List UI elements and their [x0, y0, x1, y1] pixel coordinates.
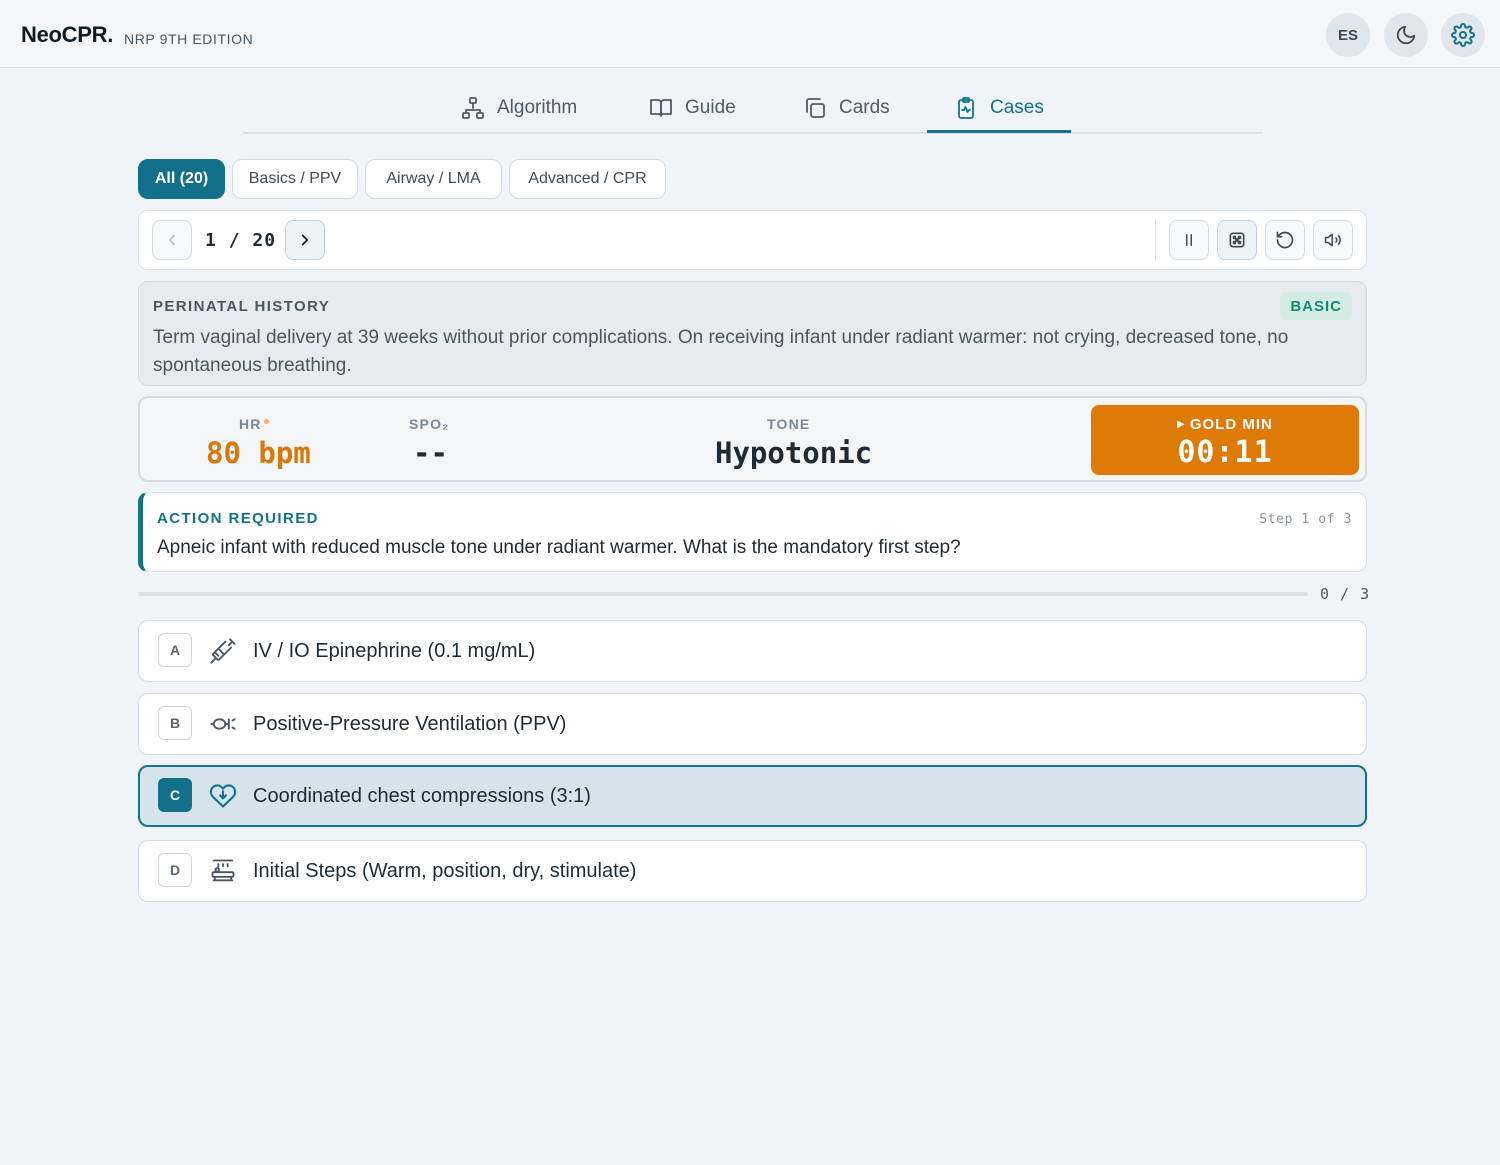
- dark-mode-button[interactable]: [1384, 13, 1428, 57]
- pager-divider: [1155, 220, 1156, 260]
- previous-case-button[interactable]: [152, 220, 192, 260]
- dice-icon: [1229, 232, 1245, 248]
- current-case-number: 1: [205, 230, 217, 251]
- language-toggle-button[interactable]: ES: [1326, 13, 1370, 57]
- option-label: IV / IO Epinephrine (0.1 mg/mL): [253, 640, 536, 662]
- hr-label: HR: [239, 416, 269, 432]
- sitemap-icon: [462, 97, 484, 119]
- golden-minute-time: 00:11: [1177, 435, 1273, 470]
- total-cases: 20: [252, 230, 277, 251]
- gear-icon: [1451, 23, 1475, 47]
- answer-option-a[interactable]: A IV / IO Epinephrine (0.1 mg/mL): [138, 620, 1367, 682]
- filter-advanced-cpr[interactable]: Advanced / CPR: [509, 159, 666, 199]
- tone-label: TONE: [767, 416, 811, 432]
- pause-button[interactable]: [1169, 220, 1209, 260]
- random-case-button[interactable]: [1217, 220, 1257, 260]
- book-icon: [650, 99, 672, 117]
- pause-icon: [1186, 234, 1192, 246]
- vitals-panel: HR 80 bpm SPO₂ -- TONE Hypotonic ▶ GOLD M…: [138, 396, 1367, 482]
- edition-label: NRP 9TH EDITION: [124, 31, 254, 47]
- tab-cases[interactable]: Cases: [954, 84, 1044, 132]
- option-letter: D: [158, 853, 192, 887]
- hr-value: 80 bpm: [206, 436, 311, 470]
- answer-option-b[interactable]: B Positive-Pressure Ventilation (PPV): [138, 693, 1367, 755]
- golden-minute-timer: ▶ GOLD MIN 00:11: [1091, 405, 1359, 475]
- ventilation-mask-icon: [210, 718, 236, 730]
- sound-button[interactable]: [1313, 220, 1353, 260]
- filter-all[interactable]: All (20): [138, 159, 225, 199]
- action-title: ACTION REQUIRED: [157, 510, 319, 527]
- step-indicator: Step 1 of 3: [1259, 512, 1352, 527]
- active-tab-indicator: [927, 130, 1071, 133]
- speaker-icon: [1324, 233, 1341, 247]
- case-pager: 1 / 20: [138, 210, 1367, 270]
- next-case-button[interactable]: [285, 220, 325, 260]
- spo2-value: --: [413, 436, 448, 470]
- answer-option-d[interactable]: D Initial Steps (Warm, position, dry, st…: [138, 840, 1367, 902]
- perinatal-history-card: PERINATAL HISTORY BASIC Term vaginal del…: [138, 281, 1367, 386]
- progress-bar: [138, 592, 1308, 596]
- tab-algorithm[interactable]: Algorithm: [461, 84, 577, 132]
- answer-option-c[interactable]: C Coordinated chest compressions (3:1): [138, 765, 1367, 827]
- option-letter: C: [158, 778, 192, 812]
- action-question: Apneic infant with reduced muscle tone u…: [157, 537, 961, 558]
- cards-icon: [806, 98, 825, 118]
- restart-button[interactable]: [1265, 220, 1305, 260]
- case-counter: 1 / 20: [205, 230, 276, 251]
- option-label: Coordinated chest compressions (3:1): [253, 785, 591, 807]
- tab-algorithm-label: Algorithm: [497, 97, 578, 118]
- tab-guide[interactable]: Guide: [649, 84, 736, 132]
- syringe-icon: [210, 638, 236, 664]
- heart-pulse-icon: [209, 784, 237, 808]
- tab-guide-label: Guide: [685, 97, 736, 118]
- chevron-left-icon: [168, 234, 176, 246]
- case-counter-separator: /: [228, 230, 241, 251]
- clipboard-pulse-icon: [958, 97, 974, 119]
- option-label: Initial Steps (Warm, position, dry, stim…: [253, 860, 637, 882]
- tab-cards-label: Cards: [839, 97, 890, 118]
- radiant-warmer-icon: [211, 859, 235, 882]
- filter-airway-lma[interactable]: Airway / LMA: [365, 159, 502, 199]
- chevron-right-icon: [301, 234, 309, 246]
- play-triangle-icon: ▶: [1177, 419, 1186, 430]
- golden-minute-label: ▶ GOLD MIN: [1177, 416, 1273, 433]
- settings-button[interactable]: [1441, 13, 1485, 57]
- difficulty-badge: BASIC: [1280, 292, 1352, 320]
- tone-value: Hypotonic: [715, 436, 873, 470]
- progress-text: 0 / 3: [1320, 585, 1371, 603]
- action-required-card: ACTION REQUIRED Step 1 of 3 Apneic infan…: [138, 492, 1367, 572]
- tab-cards[interactable]: Cards: [803, 84, 890, 132]
- main-tabs: Algorithm Guide Cards Cases: [243, 76, 1263, 134]
- app-logo: NeoCPR.: [21, 22, 114, 47]
- tab-cases-label: Cases: [990, 97, 1044, 118]
- moon-icon: [1396, 25, 1416, 45]
- history-title: PERINATAL HISTORY: [153, 298, 331, 315]
- history-text: Term vaginal delivery at 39 weeks withou…: [153, 327, 1289, 376]
- top-bar: NeoCPR. NRP 9TH EDITION ES: [0, 0, 1500, 68]
- option-letter: B: [158, 706, 192, 740]
- filter-basics-ppv[interactable]: Basics / PPV: [232, 159, 358, 199]
- option-label: Positive-Pressure Ventilation (PPV): [253, 713, 567, 735]
- hr-pulse-dot: [263, 419, 269, 424]
- spo2-label: SPO₂: [409, 416, 450, 432]
- restart-icon: [1276, 231, 1294, 249]
- option-letter: A: [158, 633, 192, 667]
